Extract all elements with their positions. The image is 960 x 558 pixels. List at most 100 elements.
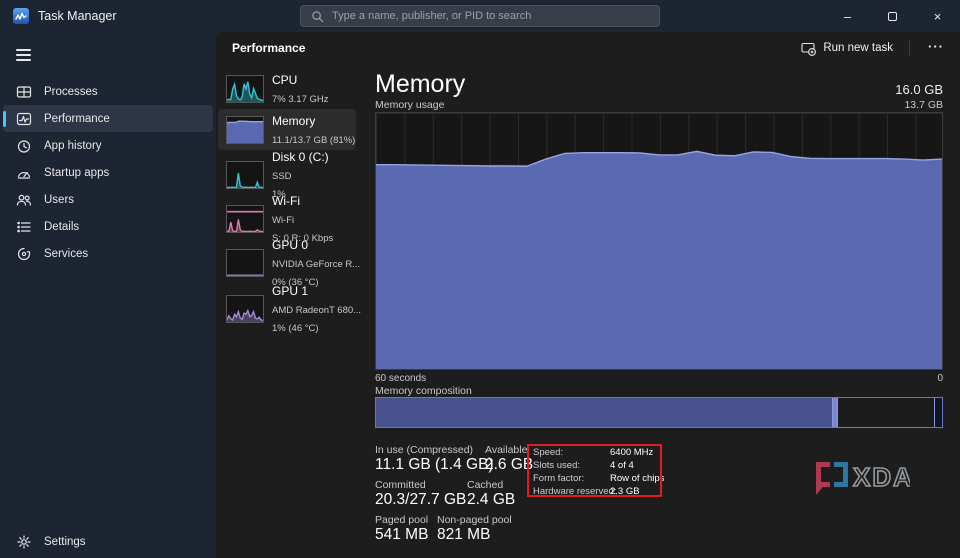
perf-item-disk[interactable]: Disk 0 (C:) SSD 1%: [218, 153, 356, 196]
stat-label: Committed: [375, 479, 426, 491]
memory-composition-bar: [375, 397, 943, 428]
stat-value: 2.4 GB: [467, 491, 515, 509]
composition-segment-standby: [837, 398, 934, 427]
minimize-button[interactable]: –: [825, 0, 870, 32]
perf-item-sub: 11.1/13.7 GB (81%): [272, 135, 355, 146]
run-new-task-icon: [801, 41, 816, 56]
perf-item-title: GPU 1: [272, 284, 308, 298]
sidebar-item-label: Users: [44, 194, 74, 206]
details-icon: [16, 219, 32, 235]
disk-mini-graph: [226, 161, 264, 189]
memory-composition-label: Memory composition: [375, 385, 472, 397]
sidebar-item-label: Processes: [44, 86, 98, 98]
stat-value: 821 MB: [437, 526, 490, 544]
sidebar-item-settings[interactable]: Settings: [3, 528, 213, 555]
run-new-task-label: Run new task: [823, 42, 893, 54]
performance-icon: [16, 111, 32, 127]
stat-label: Cached: [467, 479, 503, 491]
sidebar-item-details[interactable]: Details: [3, 213, 213, 240]
users-icon: [16, 192, 32, 208]
detail-row: Form factor: Row of chips: [533, 472, 664, 485]
more-options-button[interactable]: ···: [918, 37, 954, 60]
perf-item-wifi[interactable]: Wi-Fi Wi-Fi S: 0 R: 0 Kbps: [218, 197, 356, 240]
detail-row: Hardware reserved: 2.3 GB: [533, 485, 640, 498]
sidebar-item-label: Performance: [44, 113, 110, 125]
memory-mini-graph: [226, 116, 264, 144]
titlebar: Task Manager – ×: [0, 0, 960, 32]
performance-panel: Performance Run new task ··· CPU 7% 3.17…: [216, 32, 960, 558]
xda-watermark-text: XDA: [853, 462, 910, 492]
detail-label: Hardware reserved:: [533, 485, 610, 498]
wifi-mini-graph: [226, 205, 264, 233]
perf-item-gpu0[interactable]: GPU 0 NVIDIA GeForce R... 0% (36 °C): [218, 241, 356, 284]
sidebar-item-startup-apps[interactable]: Startup apps: [3, 159, 213, 186]
sidebar-item-label: Details: [44, 221, 79, 233]
perf-item-title: CPU: [272, 73, 297, 87]
task-manager-window: Task Manager – × Processes: [0, 0, 960, 558]
sidebar-item-processes[interactable]: Processes: [3, 78, 213, 105]
stat-value: 2.6 GB: [485, 456, 533, 474]
perf-item-gpu1[interactable]: GPU 1 AMD RadeonT 680... 1% (46 °C): [218, 287, 356, 330]
sidebar-item-label: Settings: [44, 536, 86, 548]
perf-item-title: Wi-Fi: [272, 194, 300, 208]
sidebar-nav: Processes Performance App history: [0, 78, 216, 267]
xda-bracket-right-icon: [834, 462, 848, 487]
sidebar-item-app-history[interactable]: App history: [3, 132, 213, 159]
window-controls: – ×: [825, 0, 960, 32]
gpu0-mini-graph: [226, 249, 264, 277]
startup-apps-icon: [16, 165, 32, 181]
stat-label: Available: [485, 444, 527, 456]
app-title: Task Manager: [38, 9, 117, 23]
composition-segment-free: [934, 398, 942, 427]
sidebar-item-performance[interactable]: Performance: [3, 105, 213, 132]
close-button[interactable]: ×: [915, 0, 960, 32]
detail-value: 2.3 GB: [610, 485, 640, 498]
detail-label: Slots used:: [533, 459, 610, 472]
gear-icon: [16, 534, 32, 550]
perf-item-sub: AMD RadeonT 680...: [272, 305, 361, 316]
stat-value: 11.1 GB (1.4 GB): [375, 456, 494, 474]
xda-bracket-left-icon: [816, 462, 830, 495]
perf-item-memory[interactable]: Memory 11.1/13.7 GB (81%): [218, 109, 356, 150]
header-separator: [909, 40, 910, 56]
perf-item-title: Disk 0 (C:): [272, 150, 329, 164]
stat-label: Non-paged pool: [437, 514, 512, 526]
sidebar-item-label: Startup apps: [44, 167, 109, 179]
perf-item-sub: 7% 3.17 GHz: [272, 94, 329, 105]
app-history-icon: [16, 138, 32, 154]
detail-value: Row of chips: [610, 472, 664, 485]
maximize-icon: [888, 12, 897, 21]
sidebar-item-services[interactable]: Services: [3, 240, 213, 267]
xda-watermark: XDA: [806, 456, 910, 502]
perf-item-sub: Wi-Fi: [272, 215, 294, 226]
sidebar-item-label: Services: [44, 248, 88, 260]
header-actions: Run new task ···: [793, 35, 954, 61]
hamburger-menu-button[interactable]: [12, 42, 44, 68]
usage-axis-max: 13.7 GB: [375, 99, 943, 111]
maximize-button[interactable]: [870, 0, 915, 32]
perf-item-sub: NVIDIA GeForce R...: [272, 259, 360, 270]
stat-value: 20.3/27.7 GB: [375, 491, 466, 509]
search-icon: [311, 10, 324, 23]
sidebar-item-users[interactable]: Users: [3, 186, 213, 213]
processes-icon: [16, 84, 32, 100]
perf-item-title: Memory: [272, 114, 315, 128]
stat-value: 541 MB: [375, 526, 428, 544]
panel-title: Performance: [232, 41, 305, 55]
search-input[interactable]: [332, 10, 659, 22]
total-memory-value: 16.0 GB: [375, 82, 943, 97]
perf-item-cpu[interactable]: CPU 7% 3.17 GHz: [218, 70, 356, 108]
perf-item-sub2: 1% (46 °C): [272, 323, 319, 334]
sidebar-item-label: App history: [44, 140, 102, 152]
perf-item-sub: SSD: [272, 171, 292, 182]
search-box[interactable]: [300, 5, 660, 27]
detail-label: Form factor:: [533, 472, 610, 485]
sidebar: Processes Performance App history: [0, 32, 216, 558]
detail-row: Slots used: 4 of 4: [533, 459, 634, 472]
sidebar-item-settings-wrap: Settings: [0, 528, 216, 555]
perf-item-title: GPU 0: [272, 238, 308, 252]
run-new-task-button[interactable]: Run new task: [793, 37, 901, 60]
stat-label: Paged pool: [375, 514, 428, 526]
stat-label: In use (Compressed): [375, 444, 473, 456]
memory-usage-chart: [375, 112, 943, 370]
